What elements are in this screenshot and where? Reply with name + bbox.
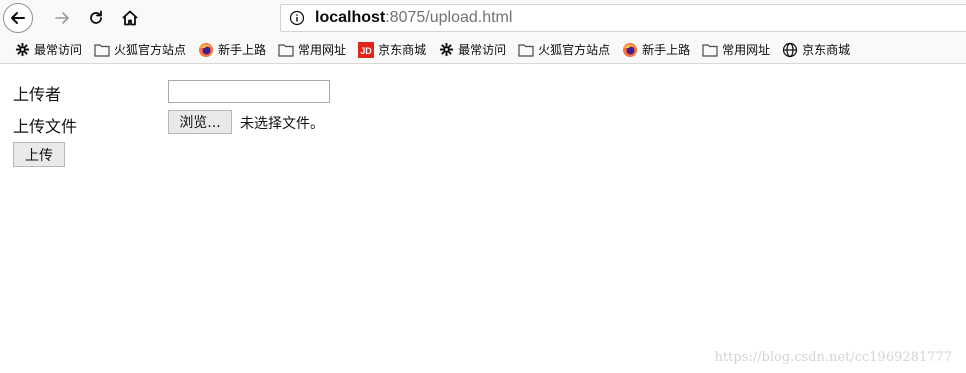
bookmark-common-sites[interactable]: 常用网址 [278, 41, 346, 58]
bookmarks-toolbar: 最常访问 火狐官方站点 新手上路 常用网址 JD 京东商城 最常访问 火狐官方站… [0, 36, 966, 64]
bookmark-label: 最常访问 [458, 43, 507, 57]
arrow-right-icon [55, 12, 69, 24]
url-text: localhost:8075/upload.html [315, 9, 512, 27]
bookmark-label: 新手上路 [642, 43, 691, 57]
bookmark-common-sites-2[interactable]: 常用网址 [702, 41, 770, 58]
bookmark-getting-started[interactable]: 新手上路 [198, 41, 266, 58]
file-label: 上传文件 [13, 117, 78, 136]
reload-button[interactable] [86, 8, 106, 28]
folder-icon [702, 42, 718, 58]
bookmark-label: 常用网址 [722, 43, 771, 57]
bookmark-label: 新手上路 [218, 43, 267, 57]
firefox-icon [622, 42, 638, 58]
bookmark-label: 最常访问 [34, 43, 83, 57]
url-host: localhost [315, 9, 386, 26]
folder-icon [278, 42, 294, 58]
upload-button[interactable]: 上传 [13, 142, 65, 167]
arrow-left-icon [11, 12, 25, 24]
bookmark-label: 火狐官方站点 [114, 43, 187, 57]
back-button[interactable] [3, 3, 33, 33]
bookmark-jd[interactable]: JD 京东商城 [358, 41, 426, 58]
folder-icon [518, 42, 534, 58]
info-icon[interactable] [289, 10, 305, 26]
uploader-label: 上传者 [13, 85, 62, 104]
svg-text:JD: JD [360, 46, 372, 56]
url-bar[interactable]: localhost:8075/upload.html [280, 4, 966, 32]
watermark: https://blog.csdn.net/cc1969281777 [714, 350, 952, 365]
bookmark-most-visited[interactable]: 最常访问 [14, 41, 82, 58]
bookmark-label: 京东商城 [802, 43, 851, 57]
gear-icon [14, 42, 30, 58]
globe-icon [782, 42, 798, 58]
firefox-icon [198, 42, 214, 58]
bookmark-most-visited-2[interactable]: 最常访问 [438, 41, 506, 58]
gear-icon [438, 42, 454, 58]
url-path: :8075/upload.html [385, 9, 513, 26]
bookmark-label: 常用网址 [298, 43, 347, 57]
bookmark-firefox-site-2[interactable]: 火狐官方站点 [518, 41, 610, 58]
reload-icon [90, 10, 102, 24]
jd-icon: JD [358, 41, 375, 58]
bookmark-label: 京东商城 [378, 43, 427, 57]
navigation-toolbar: localhost:8075/upload.html [0, 0, 966, 36]
file-status-text: 未选择文件。 [240, 116, 324, 132]
forward-button[interactable] [52, 8, 72, 28]
bookmark-label: 火狐官方站点 [538, 43, 611, 57]
folder-icon [94, 42, 110, 58]
uploader-input[interactable] [168, 80, 330, 103]
page-content: 上传者 上传文件 浏览... 未选择文件。 上传 https://blog.cs… [0, 64, 966, 373]
home-icon [122, 10, 138, 26]
home-button[interactable] [120, 8, 140, 28]
bookmark-firefox-site[interactable]: 火狐官方站点 [94, 41, 186, 58]
browse-button[interactable]: 浏览... [168, 110, 232, 134]
bookmark-jd-2[interactable]: 京东商城 [782, 41, 850, 58]
bookmark-getting-started-2[interactable]: 新手上路 [622, 41, 690, 58]
